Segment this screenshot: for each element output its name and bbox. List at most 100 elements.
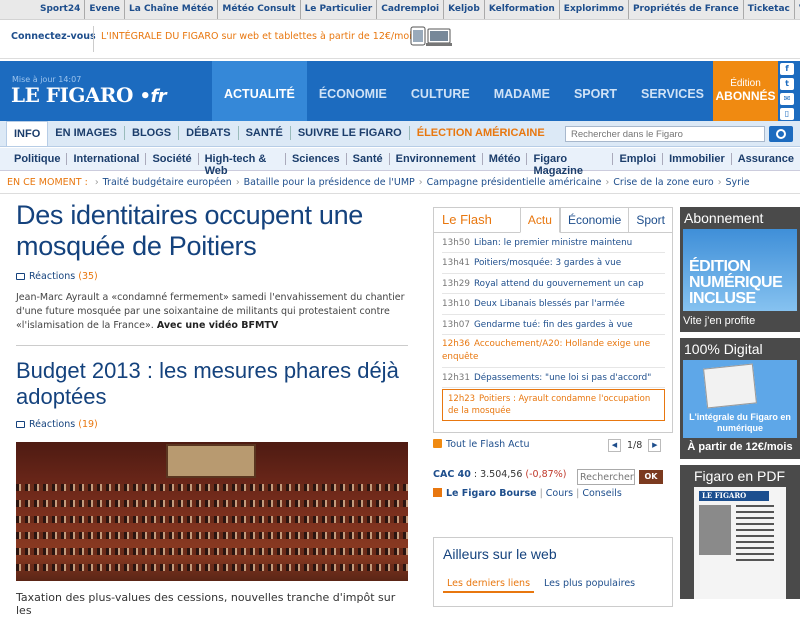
next-arrow-icon[interactable]: ▶ — [648, 439, 662, 452]
cours-link[interactable]: Cours — [546, 488, 573, 499]
bourse-link[interactable]: Le Figaro Bourse — [446, 488, 537, 499]
twitter-icon[interactable]: t — [780, 78, 794, 90]
headline-1[interactable]: Des identitaires occupent une mosquée de… — [16, 200, 408, 262]
partner-link[interactable]: La Chaîne Météo — [125, 0, 219, 19]
partner-link[interactable]: Evene — [85, 0, 126, 19]
benches — [16, 564, 408, 571]
nav-item-actualite[interactable]: Actualité — [212, 61, 307, 121]
stock-search-input[interactable] — [577, 469, 635, 485]
edition-abonnes-button[interactable]: Édition ABONNÉS — [713, 61, 778, 121]
subnav-item[interactable]: Sciences — [286, 153, 347, 165]
all-flash-link[interactable]: Tout le Flash Actu — [446, 439, 530, 450]
stock-search-button[interactable]: OK — [639, 470, 663, 484]
section-item[interactable]: En images — [48, 126, 126, 140]
section-item[interactable]: Débats — [179, 126, 239, 140]
cac-value: : 3.504,56 — [473, 469, 523, 480]
conseils-link[interactable]: Conseils — [582, 488, 622, 499]
subnav-item[interactable]: Immobilier — [663, 153, 732, 165]
partner-link[interactable]: Météo Consult — [218, 0, 301, 19]
trending-item[interactable]: Campagne présidentielle américaine — [427, 177, 602, 188]
bourse-icon — [433, 488, 442, 497]
partner-link[interactable]: Propriétés de France — [629, 0, 744, 19]
ailleurs-box: Ailleurs sur le web Les derniers liens L… — [433, 537, 673, 607]
flash-item[interactable]: 13h10 Deux Libanais blessés par l'armée — [442, 294, 665, 315]
tab-economie[interactable]: Économie — [559, 208, 628, 232]
subnav-item[interactable]: High-tech & Web — [199, 153, 286, 177]
nav-item-services[interactable]: Services — [629, 61, 716, 121]
headline-2[interactable]: Budget 2013 : les mesures phares déjà ad… — [16, 358, 408, 410]
flash-time: 12h23 — [448, 394, 476, 405]
bourse-links: Le Figaro Bourse | Cours | Conseils — [433, 488, 673, 499]
divider — [93, 26, 94, 52]
flash-item[interactable]: 13h29 Royal attend du gouvernement un cap — [442, 274, 665, 295]
partner-link[interactable]: Le Particulier — [301, 0, 378, 19]
subnav-item[interactable]: Météo — [483, 153, 528, 165]
facebook-icon[interactable]: f — [780, 63, 794, 75]
subnav-item[interactable]: Société — [146, 153, 199, 165]
abonnement-title: Abonnement — [684, 210, 764, 226]
section-item[interactable]: Info — [6, 121, 49, 146]
section-item[interactable]: Suivre Le Figaro — [291, 126, 410, 140]
tab-sport[interactable]: Sport — [628, 208, 672, 232]
partner-link[interactable]: Keljob — [444, 0, 485, 19]
site-logo[interactable]: LE FIGARO •fr — [11, 83, 167, 107]
ailleurs-tabs: Les derniers liens Les plus populaires — [434, 576, 672, 593]
partner-link[interactable]: Sport24 — [36, 0, 86, 19]
reactions-count: (35) — [78, 271, 98, 282]
partner-link[interactable]: Kelformation — [485, 0, 560, 19]
partner-link[interactable]: Explorimmo — [560, 0, 629, 19]
video-link[interactable]: Avec une vidéo BFMTV — [157, 320, 278, 331]
subscription-offer-link[interactable]: L'INTÉGRALE DU FIGARO sur web et tablett… — [101, 31, 417, 42]
flash-item[interactable]: 12h36 Accouchement/A20: Hollande exige un… — [442, 335, 665, 368]
email-icon[interactable]: ✉ — [780, 93, 794, 105]
flash-item[interactable]: 12h23 Poitiers : Ayrault condamne l'occup… — [442, 389, 665, 422]
partner-link[interactable]: Cadremploi — [377, 0, 445, 19]
partner-link[interactable]: Ticketac — [744, 0, 795, 19]
logo-text: LE FIGARO — [11, 83, 133, 107]
tab-actu[interactable]: Actu — [519, 207, 560, 233]
nav-item-sport[interactable]: Sport — [562, 61, 629, 121]
reactions-2[interactable]: Réactions (19) — [16, 419, 408, 430]
subnav-item[interactable]: Assurance — [732, 153, 800, 165]
flash-item[interactable]: 13h41 Poitiers/mosquée: 3 gardes à vue — [442, 253, 665, 274]
tab-plus-populaires[interactable]: Les plus populaires — [540, 576, 639, 593]
tab-derniers-liens[interactable]: Les derniers liens — [443, 576, 535, 593]
trending-bar: EN CE MOMENT : › Traité budgétaire europé… — [0, 172, 800, 194]
nav-item-economie[interactable]: Économie — [307, 61, 399, 121]
subnav-item[interactable]: Santé — [347, 153, 390, 165]
section-item[interactable]: Santé — [239, 126, 291, 140]
nav-item-madame[interactable]: Madame — [482, 61, 562, 121]
trending-item[interactable]: Bataille pour la présidence de l'UMP — [244, 177, 415, 188]
flash-text: Royal attend du gouvernement un cap — [473, 278, 644, 289]
digital-block[interactable]: 100% Digital L'intégrale du Figaro en nu… — [680, 338, 800, 459]
section-item[interactable]: Blogs — [125, 126, 180, 140]
nav-item-culture[interactable]: Culture — [399, 61, 482, 121]
devices-icon[interactable] — [410, 26, 452, 48]
mobile-icon[interactable]: ▯ — [780, 108, 794, 120]
section-item[interactable]: Élection américaine — [410, 126, 552, 140]
subnav-item[interactable]: Figaro Magazine — [527, 153, 614, 177]
rss-icon[interactable] — [433, 439, 442, 448]
pdf-cover[interactable]: LE FIGARO — [694, 487, 786, 599]
reactions-1[interactable]: Réactions (35) — [16, 271, 408, 282]
divider — [16, 345, 408, 346]
partner-link[interactable]: Vodeo — [795, 0, 800, 19]
flash-item[interactable]: 12h31 Dépassements: "une loi si pas d'acc… — [442, 368, 665, 389]
abonnement-block[interactable]: Abonnement ÉDITION NUMÉRIQUE INCLUSE Vit… — [680, 207, 800, 332]
search-icon[interactable] — [769, 126, 793, 142]
subnav-item[interactable]: Politique — [8, 153, 68, 165]
assembly-photo[interactable] — [16, 442, 408, 581]
trending-item[interactable]: Traité budgétaire européen — [103, 177, 232, 188]
vite-link[interactable]: Vite j'en profite — [680, 311, 800, 332]
subnav-item[interactable]: Environnement — [390, 153, 483, 165]
trending-item[interactable]: Syrie — [726, 177, 750, 188]
prev-arrow-icon[interactable]: ◀ — [608, 439, 621, 452]
search-input[interactable] — [565, 126, 765, 142]
trending-item[interactable]: Crise de la zone euro — [613, 177, 713, 188]
flash-item[interactable]: 13h07 Gendarme tué: fin des gardes à vue — [442, 315, 665, 335]
subnav-item[interactable]: International — [67, 153, 147, 165]
login-link[interactable]: Connectez-vous — [11, 31, 96, 42]
pdf-block[interactable]: Figaro en PDF LE FIGARO — [680, 465, 800, 599]
subnav-item[interactable]: Emploi — [613, 153, 664, 165]
flash-item[interactable]: 13h50 Liban: le premier ministre maintenu — [442, 233, 665, 254]
